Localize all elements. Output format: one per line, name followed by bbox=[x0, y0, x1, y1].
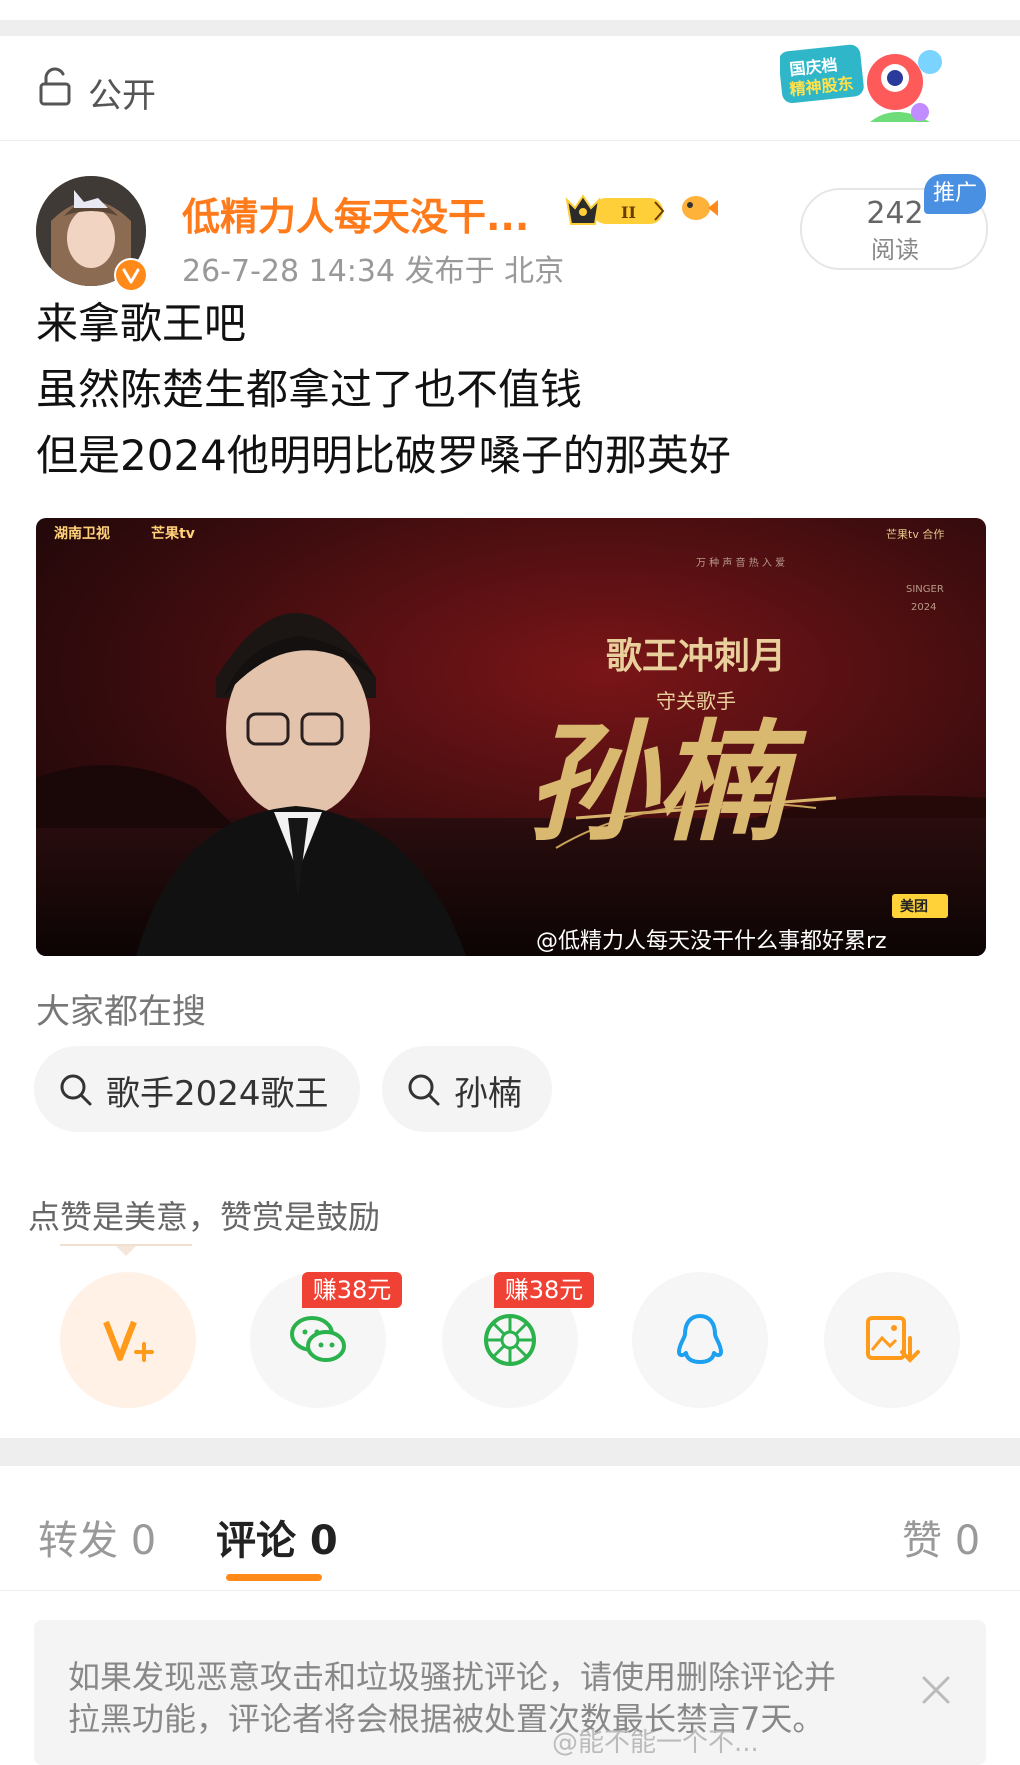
like-reward-hint: 点赞是美意，赞赏是鼓励 bbox=[28, 1198, 381, 1236]
top-strip bbox=[0, 0, 1020, 20]
close-icon[interactable] bbox=[918, 1672, 954, 1708]
post-time-location: 26-7-28 14:34 发布于 北京 bbox=[182, 254, 565, 289]
fish-badge-icon bbox=[682, 196, 718, 220]
post-text-line-3: 但是2024他明明比破罗嗓子的那英好 bbox=[36, 431, 731, 480]
verified-badge-icon bbox=[114, 258, 148, 292]
post-image[interactable]: 湖南卫视 芒果tv 芒果tv 合作 万 种 声 音 热 入 爱 SINGER 2… bbox=[36, 518, 986, 956]
save-image-icon bbox=[866, 1316, 920, 1363]
poster-singer-name: 孙楠 bbox=[526, 706, 807, 859]
tab-reposts[interactable]: 转发 0 bbox=[38, 1508, 156, 1566]
poster-headline: 歌王冲刺月 bbox=[606, 635, 786, 677]
hunan-tv-logo: 湖南卫视 bbox=[54, 525, 110, 542]
sponsor-logo: 美团 bbox=[900, 898, 928, 915]
read-label: 阅读 bbox=[871, 236, 919, 264]
earn-badge: 赚38元 bbox=[494, 1272, 594, 1308]
promote-tag[interactable]: 推广 bbox=[924, 174, 986, 214]
v-plus-icon bbox=[103, 1320, 154, 1362]
image-watermark: @低精力人每天没干什么事都好累rz bbox=[536, 929, 887, 954]
unlock-icon bbox=[39, 67, 71, 106]
tab-comments[interactable]: 评论 0 bbox=[216, 1508, 338, 1566]
year-label: 2024 bbox=[911, 602, 936, 613]
search-icon bbox=[60, 1074, 92, 1106]
notice-line-1: 如果发现恶意攻击和垃圾骚扰评论，请使用删除评论并 bbox=[68, 1658, 837, 1696]
singer-label: SINGER bbox=[906, 584, 944, 595]
mango-tv-logo: 芒果tv bbox=[151, 525, 195, 542]
search-icon bbox=[408, 1074, 440, 1106]
national-day-badge[interactable]: 国庆档 精神股东 bbox=[780, 42, 950, 132]
poster-artwork: 湖南卫视 芒果tv 芒果tv 合作 万 种 声 音 热 入 爱 SINGER 2… bbox=[36, 518, 986, 956]
page-watermark: @能不能一个不... bbox=[552, 1728, 759, 1758]
section-divider bbox=[0, 1438, 1020, 1466]
tab-likes[interactable]: 赞 0 bbox=[902, 1508, 980, 1566]
active-tab-indicator bbox=[226, 1574, 322, 1581]
section-divider bbox=[0, 20, 1020, 36]
read-count: 242 bbox=[866, 196, 924, 231]
earn-badge: 赚38元 bbox=[302, 1272, 402, 1308]
svg-text:II: II bbox=[621, 203, 636, 222]
poster-small-text: 万 种 声 音 热 入 爱 bbox=[696, 556, 785, 569]
member-level-icon: II bbox=[565, 194, 665, 225]
moments-icon bbox=[484, 1314, 536, 1366]
trending-search-title: 大家都在搜 bbox=[36, 992, 206, 1032]
hint-pointer bbox=[116, 1246, 136, 1256]
corner-logo: 芒果tv 合作 bbox=[886, 527, 944, 541]
search-chip-label: 孙楠 bbox=[454, 1074, 522, 1114]
visibility-label: 公开 bbox=[88, 76, 156, 116]
post-text-line-1: 来拿歌王吧 bbox=[36, 299, 247, 348]
author-name[interactable]: 低精力人每天没干... bbox=[182, 186, 529, 241]
search-chip-label: 歌手2024歌王 bbox=[106, 1074, 329, 1114]
post-text-line-2: 虽然陈楚生都拿过了也不值钱 bbox=[36, 365, 583, 414]
qq-icon bbox=[677, 1314, 723, 1364]
wechat-icon bbox=[290, 1316, 346, 1362]
tab-divider bbox=[0, 1590, 1020, 1591]
